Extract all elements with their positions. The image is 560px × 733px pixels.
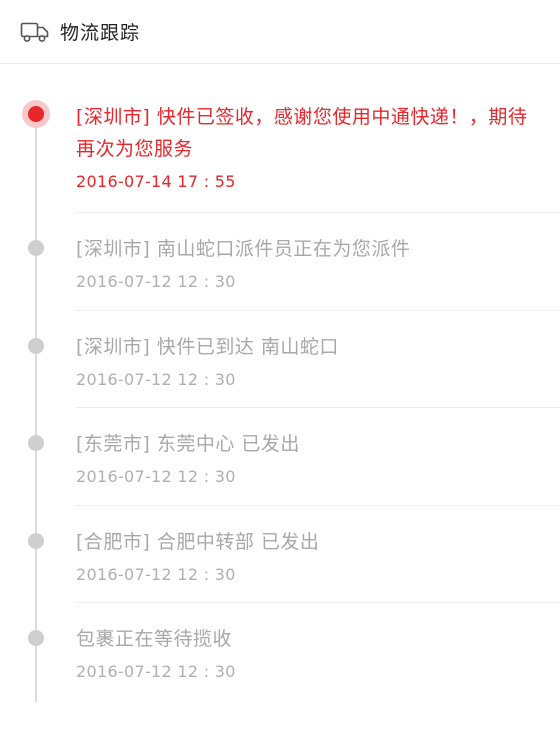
tracking-timeline: [深圳市] 快件已签收，感谢您使用中通快递！，期待再次为您服务 2016-07-…: [0, 64, 560, 733]
timeline-dot: [28, 338, 44, 354]
timeline-dot-active: [22, 100, 50, 128]
event-time: 2016-07-12 12 : 30: [76, 662, 236, 681]
timeline-dot: [28, 240, 44, 256]
timeline-dot: [28, 533, 44, 549]
divider: [76, 407, 560, 408]
event-description: [合肥市] 合肥中转部 已发出: [76, 531, 320, 553]
header: 物流跟踪: [0, 0, 560, 64]
event-time: 2016-07-12 12 : 30: [76, 370, 236, 389]
divider: [76, 602, 560, 603]
divider: [76, 212, 560, 213]
event-time: 2016-07-12 12 : 30: [76, 565, 236, 584]
page-title: 物流跟踪: [60, 22, 141, 44]
timeline-dot: [28, 435, 44, 451]
event-time: 2016-07-14 17 : 55: [76, 172, 236, 191]
event-description: 包裹正在等待揽收: [76, 628, 233, 650]
timeline-dot: [28, 630, 44, 646]
divider: [76, 505, 560, 506]
event-description: [东莞市] 东莞中心 已发出: [76, 433, 300, 455]
truck-icon: [20, 21, 50, 43]
event-time: 2016-07-12 12 : 30: [76, 272, 236, 291]
timeline-line: [35, 114, 37, 702]
event-time: 2016-07-12 12 : 30: [76, 467, 236, 486]
divider: [76, 310, 560, 311]
event-description: [深圳市] 快件已签收，感谢您使用中通快递！，期待再次为您服务: [76, 106, 528, 160]
event-description: [深圳市] 快件已到达 南山蛇口: [76, 336, 339, 358]
event-description: [深圳市] 南山蛇口派件员正在为您派件: [76, 238, 411, 260]
